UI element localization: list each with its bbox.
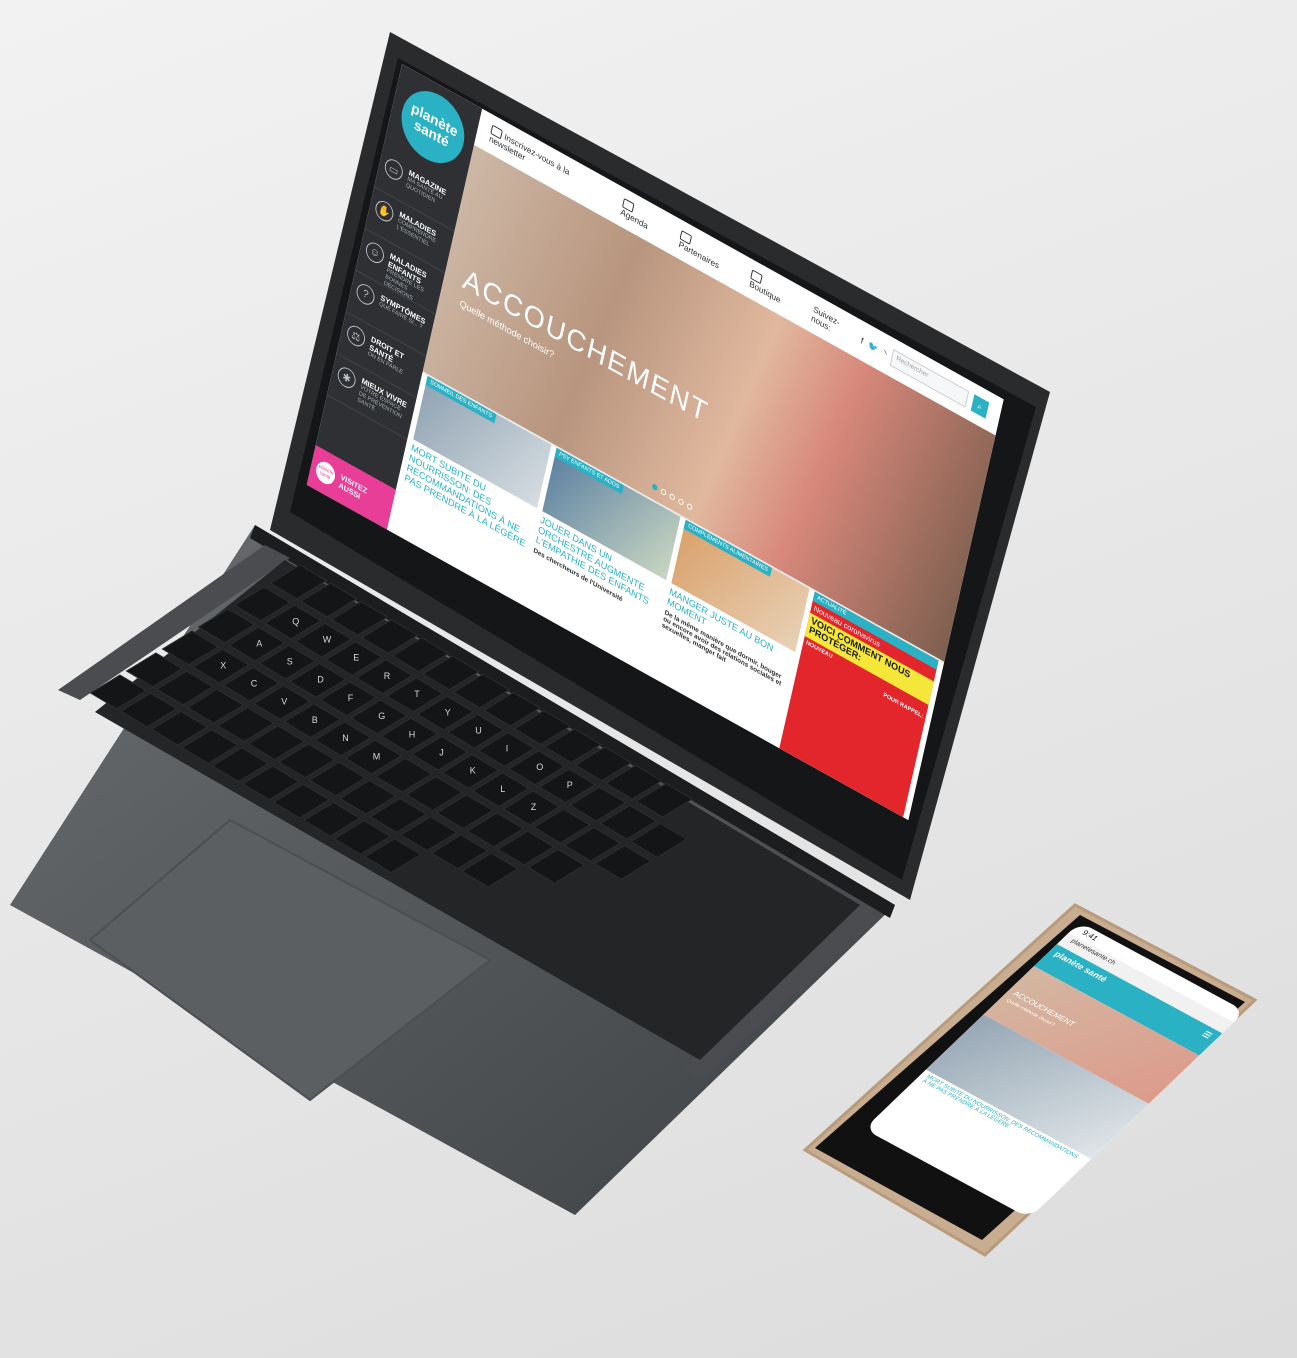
phone-body	[802, 903, 1258, 1257]
menu-icon[interactable]: ☰	[1200, 1030, 1214, 1041]
